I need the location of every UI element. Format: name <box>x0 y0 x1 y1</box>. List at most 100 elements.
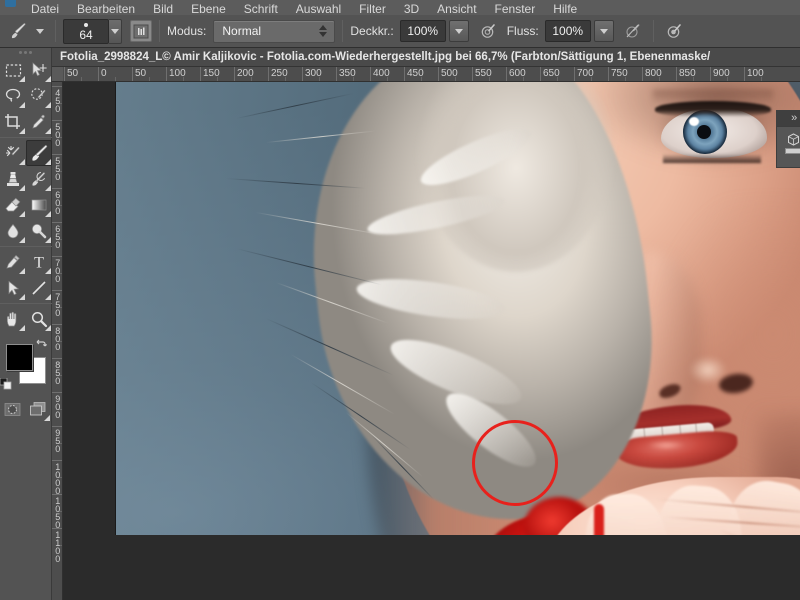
eye-highlight <box>689 117 699 126</box>
swap-arrows-icon[interactable] <box>34 337 48 354</box>
photo-content <box>116 82 800 535</box>
svg-text:T: T <box>34 255 44 272</box>
tablet-pressure-size-icon[interactable] <box>661 18 687 44</box>
ruler-label: 850 <box>55 360 60 386</box>
sidebar-tool-zoom[interactable] <box>26 306 52 332</box>
menu-item-3d[interactable]: 3D <box>395 0 428 15</box>
sidebar-tool-lasso[interactable] <box>0 83 26 109</box>
ruler-label: 900 <box>55 394 60 420</box>
menu-item-hilfe[interactable]: Hilfe <box>544 0 586 15</box>
canvas-scroll-area[interactable] <box>63 82 800 600</box>
sidebar-tool-history-brush[interactable] <box>26 166 52 192</box>
sidebar-tool-rectangular-marquee[interactable] <box>0 57 26 83</box>
menu-item-fenster[interactable]: Fenster <box>486 0 545 15</box>
tool-preset-chevron-down-icon[interactable] <box>32 19 48 43</box>
ruler-tick <box>52 494 62 495</box>
ruler-tick <box>52 222 62 223</box>
ruler-tick <box>52 154 62 155</box>
mini-panel-tabbar: » ✕ <box>776 110 800 126</box>
sidebar-tool-quick-selection[interactable] <box>26 83 52 109</box>
flow-input[interactable]: 100% <box>544 20 591 42</box>
ruler-label: 100 <box>747 68 764 79</box>
foreground-color-swatch[interactable] <box>6 344 33 371</box>
menu-item-bearbeiten[interactable]: Bearbeiten <box>68 0 144 15</box>
ruler-label: 0 <box>101 68 107 79</box>
sidebar-tool-clone-stamp[interactable] <box>0 166 26 192</box>
blend-mode-select[interactable]: Normal <box>213 19 336 43</box>
menu-item-ansicht[interactable]: Ansicht <box>428 0 485 15</box>
sidebar-tool-brush[interactable] <box>26 140 52 166</box>
flow-dropdown[interactable] <box>593 20 614 42</box>
ruler-label: 950 <box>55 428 60 454</box>
quick-mask-icon[interactable] <box>0 396 26 422</box>
brush-panel-icon[interactable] <box>130 20 152 42</box>
brush-size-preset[interactable]: 64 <box>63 18 109 44</box>
image-canvas[interactable] <box>115 82 800 535</box>
sidebar-tool-dodge[interactable] <box>26 218 52 244</box>
ruler-label: 250 <box>271 68 288 79</box>
sidebar-tool-blur[interactable] <box>0 218 26 244</box>
ruler-tick <box>52 460 62 461</box>
ruler-label: 500 <box>55 122 60 148</box>
sidebar-tool-move[interactable] <box>26 57 52 83</box>
menu-item-ebene[interactable]: Ebene <box>182 0 235 15</box>
sidebar-tool-crop[interactable] <box>0 109 26 135</box>
divider <box>0 137 52 138</box>
menu-item-schrift[interactable]: Schrift <box>235 0 287 15</box>
sidebar-tool-gradient[interactable] <box>26 192 52 218</box>
flow-label: Fluss: <box>506 24 539 38</box>
ruler-label: 1050 <box>55 496 60 530</box>
cube-icon <box>787 133 799 146</box>
document-title-bar[interactable]: Fotolia_2998824_L© Amir Kaljikovic - Fot… <box>52 48 800 67</box>
divider <box>159 20 160 42</box>
ruler-label: 600 <box>55 190 60 216</box>
ruler-label: 450 <box>55 88 60 114</box>
sidebar-tool-hand[interactable] <box>0 306 26 332</box>
properties-panel-collapsed[interactable] <box>776 126 800 168</box>
opacity-input[interactable]: 100% <box>399 20 446 42</box>
opacity-dropdown[interactable] <box>448 20 469 42</box>
sidebar-tool-pen[interactable] <box>0 249 26 275</box>
photoshop-window: Datei Bearbeiten Bild Ebene Schrift Ausw… <box>0 0 800 600</box>
menu-item-filter[interactable]: Filter <box>350 0 395 15</box>
menu-item-bild[interactable]: Bild <box>144 0 182 15</box>
ruler-tick <box>52 392 62 393</box>
mode-label: Modus: <box>167 24 207 38</box>
sidebar-tool-eyedropper[interactable] <box>26 109 52 135</box>
screen-mode-icon[interactable] <box>26 396 52 422</box>
menu-item-auswahl[interactable]: Auswahl <box>287 0 350 15</box>
ruler-label: 100 <box>169 68 186 79</box>
ruler-tick <box>52 290 62 291</box>
ruler-label: 350 <box>339 68 356 79</box>
sidebar-tool-spot-healing-brush[interactable] <box>0 140 26 166</box>
ruler-tick <box>52 256 62 257</box>
sidebar-tool-horizontal-type[interactable]: T <box>26 249 52 275</box>
ruler-label: 650 <box>543 68 560 79</box>
menu-item-datei[interactable]: Datei <box>22 0 68 15</box>
tablet-pressure-opacity-icon[interactable] <box>620 18 646 44</box>
ruler-tick <box>52 188 62 189</box>
ruler-label: 1100 <box>55 530 60 564</box>
divider <box>0 246 52 247</box>
lower-eyelash <box>663 154 761 163</box>
menu-bar: Datei Bearbeiten Bild Ebene Schrift Ausw… <box>0 0 800 15</box>
expand-panel-icon[interactable]: » <box>791 112 797 124</box>
sidebar-tool-eraser[interactable] <box>0 192 26 218</box>
ruler-label: 1000 <box>55 462 60 496</box>
red-paint-stroke <box>594 504 604 535</box>
display-mode-row <box>0 396 51 422</box>
divider <box>0 303 52 304</box>
default-colors-icon[interactable] <box>0 377 13 394</box>
brush-preset-dropdown[interactable] <box>109 18 122 44</box>
photoshop-logo-icon <box>0 0 22 15</box>
airbrush-icon[interactable] <box>475 18 501 44</box>
sidebar-tool-line[interactable] <box>26 275 52 301</box>
toolbox-drag-handle[interactable] <box>0 48 51 57</box>
sidebar-tool-path-selection[interactable] <box>0 275 26 301</box>
lip-highlight <box>639 440 693 450</box>
vertical-ruler[interactable]: 450 500 550 600 650 700 750 800 850 900 950 1000105… <box>52 82 63 600</box>
mask-density-slider[interactable] <box>785 148 800 154</box>
horizontal-ruler[interactable]: 50 0 50 100 150 200 250 300 350 400 450 500 550 600 65… <box>52 67 800 82</box>
upper-eyelash <box>655 101 771 117</box>
ruler-label: 750 <box>55 292 60 318</box>
